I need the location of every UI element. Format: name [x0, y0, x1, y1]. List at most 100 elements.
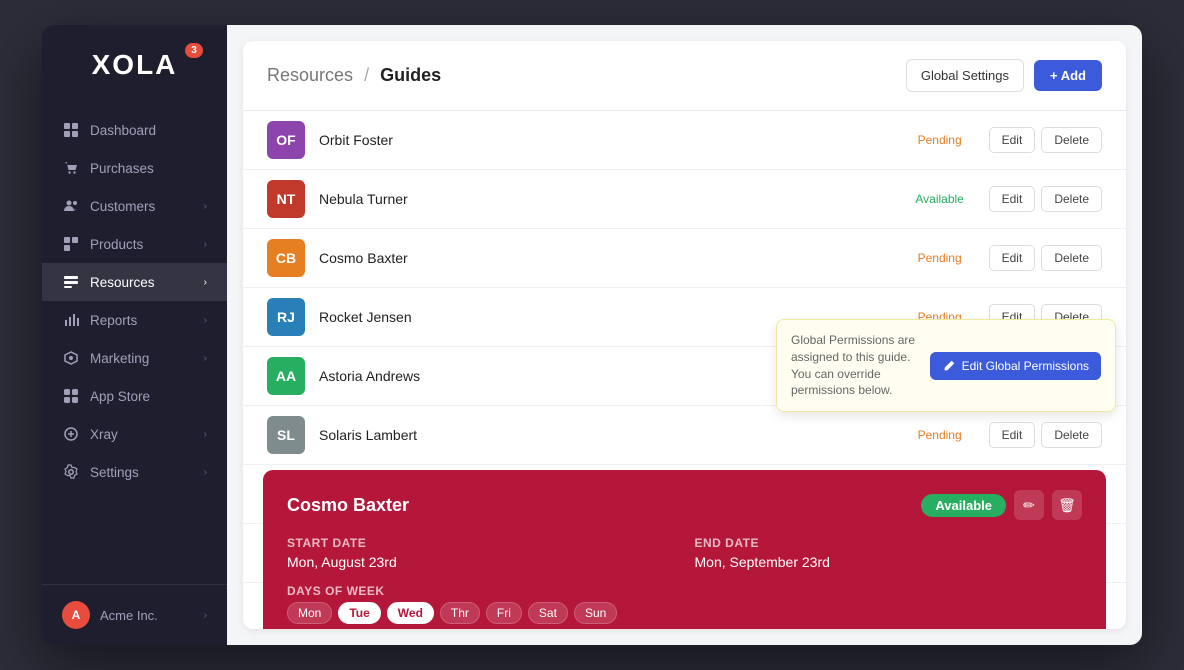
- status-badge: Pending: [905, 131, 975, 149]
- guide-list: OF Orbit Foster Pending Edit Delete NT N…: [243, 111, 1126, 629]
- row-actions: Edit Delete: [989, 127, 1102, 153]
- detail-delete-button[interactable]: 🗑: [1052, 490, 1082, 520]
- tooltip-text: Global Permissions are assigned to this …: [791, 332, 920, 399]
- sidebar-item-dashboard[interactable]: Dashboard: [42, 111, 227, 149]
- chevron-right-icon: ›: [204, 467, 207, 478]
- sidebar-item-reports[interactable]: Reports ›: [42, 301, 227, 339]
- sidebar-nav: Dashboard Purchases: [42, 101, 227, 584]
- edit-icon: [942, 359, 956, 373]
- sidebar-item-resources[interactable]: Resources ›: [42, 263, 227, 301]
- day-chip: Wed: [387, 602, 434, 624]
- guide-avatar: CB: [267, 239, 305, 277]
- sidebar-item-customers[interactable]: Customers ›: [42, 187, 227, 225]
- status-badge: Available: [905, 190, 975, 208]
- sidebar-item-products[interactable]: Products ›: [42, 225, 227, 263]
- day-chip: Fri: [486, 602, 522, 624]
- settings-icon: [62, 463, 80, 481]
- resources-icon: [62, 273, 80, 291]
- sidebar-item-label: Reports: [90, 313, 137, 328]
- start-date-label: Start Date: [287, 536, 675, 550]
- detail-card-header: Cosmo Baxter Available ✏ 🗑: [287, 490, 1082, 520]
- guide-avatar: SL: [267, 416, 305, 454]
- row-actions: Edit Delete: [989, 422, 1102, 448]
- detail-grid: Start Date Mon, August 23rd End Date Mon…: [287, 536, 1082, 629]
- guide-name: Cosmo Baxter: [319, 250, 891, 266]
- days-of-week-label: Days of Week: [287, 584, 1082, 598]
- sidebar-item-label: Products: [90, 237, 143, 252]
- purchases-icon: [62, 159, 80, 177]
- sidebar-item-purchases[interactable]: Purchases: [42, 149, 227, 187]
- delete-button[interactable]: Delete: [1041, 186, 1102, 212]
- edit-global-permissions-button[interactable]: Edit Global Permissions: [930, 352, 1101, 380]
- edit-button[interactable]: Edit: [989, 422, 1036, 448]
- reports-icon: [62, 311, 80, 329]
- table-row: SL Solaris Lambert Pending Edit Delete: [243, 406, 1126, 465]
- edit-button[interactable]: Edit: [989, 127, 1036, 153]
- edit-button[interactable]: Edit: [989, 186, 1036, 212]
- main-content: Resources / Guides Global Settings + Add…: [227, 25, 1142, 645]
- guide-avatar: AA: [267, 357, 305, 395]
- table-row: OF Orbit Foster Pending Edit Delete: [243, 111, 1126, 170]
- company-name: Acme Inc.: [100, 608, 158, 623]
- sidebar-item-label: Purchases: [90, 161, 154, 176]
- logo-area: XOLA 3: [42, 25, 227, 101]
- days-row: MonTueWedThrFriSatSun: [287, 602, 1082, 624]
- sidebar-item-label: Settings: [90, 465, 139, 480]
- delete-button[interactable]: Delete: [1041, 422, 1102, 448]
- customers-icon: [62, 197, 80, 215]
- page-header: Resources / Guides Global Settings + Add: [243, 41, 1126, 111]
- detail-status-badge: Available: [921, 494, 1006, 517]
- sidebar-item-label: Resources: [90, 275, 155, 290]
- marketing-icon: [62, 349, 80, 367]
- app-logo: XOLA: [92, 49, 178, 81]
- sidebar-item-xray[interactable]: Xray ›: [42, 415, 227, 453]
- chevron-right-icon: ›: [204, 353, 207, 364]
- breadcrumb-current: Guides: [380, 65, 441, 85]
- sidebar-item-label: Customers: [90, 199, 155, 214]
- sidebar-item-label: App Store: [90, 389, 150, 404]
- delete-button[interactable]: Delete: [1041, 245, 1102, 271]
- detail-guide-name: Cosmo Baxter: [287, 495, 409, 516]
- add-button[interactable]: + Add: [1034, 60, 1102, 91]
- status-badge: Pending: [905, 426, 975, 444]
- appstore-icon: [62, 387, 80, 405]
- day-chip: Tue: [338, 602, 380, 624]
- end-date-label: End Date: [695, 536, 1083, 550]
- detail-edit-button[interactable]: ✏: [1014, 490, 1044, 520]
- start-date-field: Start Date Mon, August 23rd: [287, 536, 675, 570]
- global-permissions-tooltip: Global Permissions are assigned to this …: [776, 319, 1116, 412]
- sidebar-item-settings[interactable]: Settings ›: [42, 453, 227, 491]
- table-row: CB Cosmo Baxter Pending Edit Delete: [243, 229, 1126, 288]
- days-of-week-field: Days of Week MonTueWedThrFriSatSun: [287, 584, 1082, 624]
- company-avatar: A: [62, 601, 90, 629]
- chevron-right-icon: ›: [204, 429, 207, 440]
- notification-badge: 3: [185, 43, 203, 58]
- sidebar-item-appstore[interactable]: App Store: [42, 377, 227, 415]
- chevron-right-icon: ›: [204, 239, 207, 250]
- table-row: NT Nebula Turner Available Edit Delete: [243, 170, 1126, 229]
- delete-button[interactable]: Delete: [1041, 127, 1102, 153]
- chevron-right-icon: ›: [204, 201, 207, 212]
- guide-name: Orbit Foster: [319, 132, 891, 148]
- edit-button[interactable]: Edit: [989, 245, 1036, 271]
- end-date-value: Mon, September 23rd: [695, 554, 1083, 570]
- breadcrumb: Resources / Guides: [267, 65, 441, 86]
- status-badge: Pending: [905, 249, 975, 267]
- guide-avatar: OF: [267, 121, 305, 159]
- guide-name: Nebula Turner: [319, 191, 891, 207]
- xray-icon: [62, 425, 80, 443]
- company-switcher[interactable]: A Acme Inc. ›: [42, 584, 227, 645]
- day-chip: Mon: [287, 602, 332, 624]
- end-date-field: End Date Mon, September 23rd: [695, 536, 1083, 570]
- day-chip: Sat: [528, 602, 568, 624]
- global-settings-button[interactable]: Global Settings: [906, 59, 1024, 92]
- chevron-right-icon: ›: [204, 315, 207, 326]
- day-chip: Thr: [440, 602, 480, 624]
- products-icon: [62, 235, 80, 253]
- detail-status-area: Available ✏ 🗑: [921, 490, 1082, 520]
- row-actions: Edit Delete: [989, 186, 1102, 212]
- main-inner: Resources / Guides Global Settings + Add…: [243, 41, 1126, 629]
- breadcrumb-parent: Resources: [267, 65, 353, 85]
- guide-name: Solaris Lambert: [319, 427, 891, 443]
- sidebar-item-marketing[interactable]: Marketing ›: [42, 339, 227, 377]
